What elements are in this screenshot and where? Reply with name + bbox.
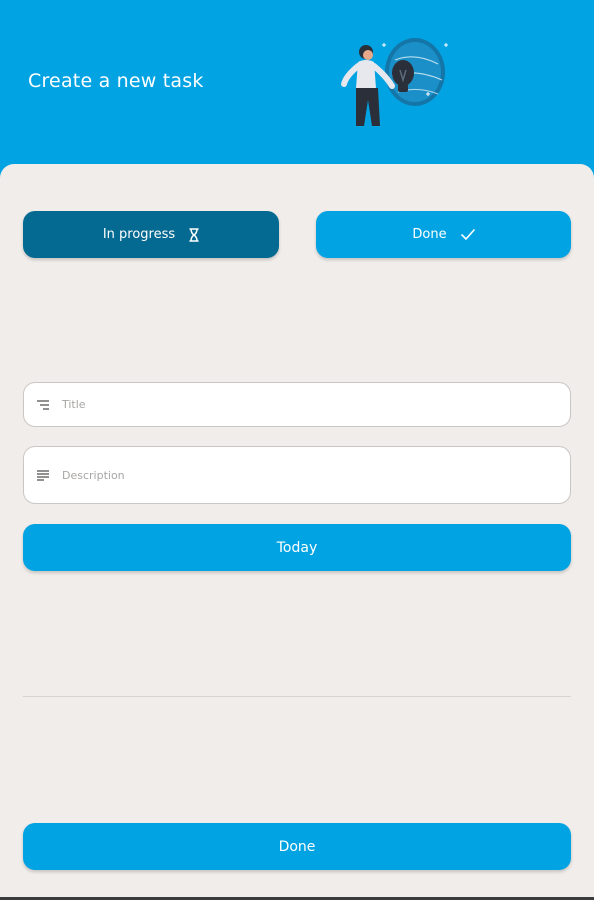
header: Create a new task: [0, 0, 594, 180]
short-text-icon: [36, 399, 50, 411]
page-title: Create a new task: [28, 70, 204, 92]
submit-done-button[interactable]: Done: [23, 823, 571, 870]
status-done-label: Done: [412, 227, 447, 242]
description-field[interactable]: [23, 446, 571, 504]
description-input[interactable]: [60, 467, 544, 483]
date-today-label: Today: [276, 539, 318, 556]
status-done-button[interactable]: Done: [316, 211, 571, 258]
notes-icon: [36, 469, 50, 481]
title-input[interactable]: [60, 397, 544, 412]
date-today-button[interactable]: Today: [23, 524, 571, 571]
hourglass-icon: [189, 227, 199, 242]
woman-with-lightbulb-illustration: [341, 38, 448, 126]
status-in-progress-button[interactable]: In progress: [23, 211, 279, 258]
title-field[interactable]: [23, 382, 571, 427]
check-icon: [460, 229, 475, 240]
submit-done-label: Done: [278, 838, 316, 855]
status-in-progress-label: In progress: [102, 227, 176, 242]
divider: [23, 696, 571, 697]
